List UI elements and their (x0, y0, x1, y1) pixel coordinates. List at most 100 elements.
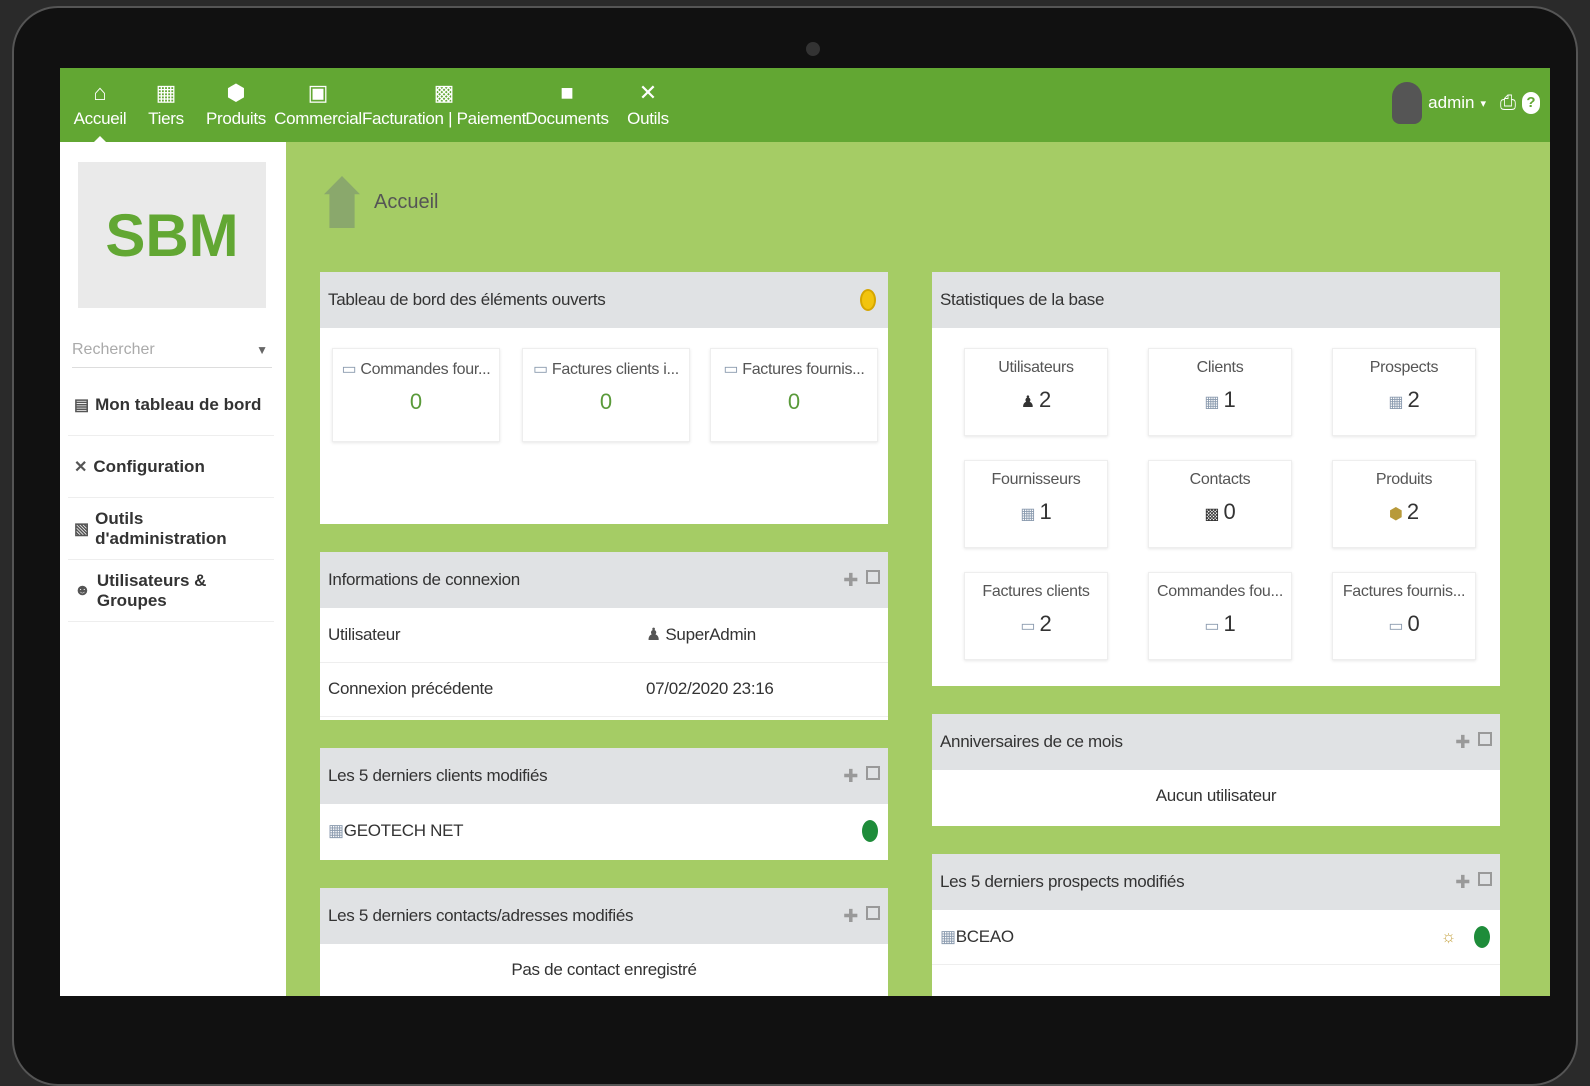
building-icon: ▦ (1020, 506, 1036, 523)
table-row: Connexion précédente 07/02/2020 23:16 (320, 662, 888, 717)
building-icon: ▦ (328, 821, 344, 840)
move-icon[interactable]: ✚ (843, 766, 858, 787)
move-icon[interactable]: ✚ (843, 570, 858, 591)
sidebar-item-configuration[interactable]: ✕ Configuration (68, 436, 274, 498)
close-box-icon[interactable] (866, 766, 880, 780)
user-menu[interactable]: admin ▾ ⎙ ? (1392, 82, 1540, 124)
document-icon: ▭ (341, 361, 357, 378)
chart-icon: ▤ (74, 396, 90, 414)
home-icon (324, 176, 360, 228)
status-badge (1474, 926, 1490, 948)
box-value: 2 (1407, 387, 1420, 412)
stat-box-prospects[interactable]: Prospects ▦ 2 (1332, 348, 1476, 436)
box-label: Prospects (1369, 359, 1439, 376)
document-icon: ▭ (1204, 618, 1220, 635)
stat-box-customer-invoices[interactable]: ▭ Factures clients i... 0 (522, 348, 690, 442)
sidebar-item-admin-tools[interactable]: ▧ Outils d'administration (68, 498, 274, 560)
sidebar-item-dashboard[interactable]: ▤ Mon tableau de bord (68, 374, 274, 436)
user-avatar (1392, 82, 1423, 124)
sidebar-item-users-groups[interactable]: ☻ Utilisateurs & Groupes (68, 560, 274, 622)
box-value: 0 (599, 389, 613, 414)
list-item[interactable]: ▦BCEAO ☼ (932, 910, 1500, 965)
stat-box-supplier-invoices[interactable]: Factures fournis... ▭ 0 (1332, 572, 1476, 660)
row-label: Utilisateur (328, 625, 401, 644)
nav-documents[interactable]: ■ Documents (525, 68, 609, 142)
box-label: Commandes fou... (1157, 583, 1283, 600)
panel-header: Statistiques de la base (932, 272, 1500, 328)
box-label: Factures fournis... (742, 361, 865, 378)
box-label: Factures clients (982, 583, 1090, 600)
close-box-icon[interactable] (1478, 872, 1492, 886)
stat-box-users[interactable]: Utilisateurs ♟ 2 (964, 348, 1108, 436)
left-sidebar: SBM Rechercher ▼ ▤ Mon tableau de bord ✕… (60, 142, 286, 996)
search-placeholder: Rechercher (72, 341, 155, 358)
row-value: ♟ SuperAdmin (646, 625, 756, 644)
table-row: Utilisateur ♟ SuperAdmin (320, 608, 888, 663)
user-icon: ♟ (646, 625, 661, 644)
nav-commercial[interactable]: ▣ Commercial (274, 68, 362, 142)
wrench-icon: ✕ (74, 458, 88, 476)
document-icon: ▭ (1020, 618, 1036, 635)
nav-label: Facturation | Paiement (361, 109, 527, 128)
folder-icon: ■ (560, 80, 574, 105)
panel-header: Tableau de bord des éléments ouverts (320, 272, 888, 328)
chevron-down-icon: ▼ (256, 343, 268, 357)
stat-box-customer-invoices[interactable]: Factures clients ▭ 2 (964, 572, 1108, 660)
box-value: 2 (1406, 499, 1420, 524)
box-value: 2 (1039, 611, 1052, 636)
stat-box-clients[interactable]: Clients ▦ 1 (1148, 348, 1292, 436)
box-label: Produits (1375, 471, 1433, 488)
nav-label: Commercial (274, 109, 362, 128)
close-box-icon[interactable] (866, 570, 880, 584)
stat-box-contacts[interactable]: Contacts ▩ 0 (1148, 460, 1292, 548)
last-prospects-panel: Les 5 derniers prospects modifiés ✚ ▦BCE… (932, 854, 1500, 996)
client-link: ▦GEOTECH NET (328, 821, 464, 840)
nav-produits[interactable]: ⬢ Produits (206, 68, 266, 142)
panel-header: Les 5 derniers contacts/adresses modifié… (320, 888, 888, 944)
stat-box-supplier-orders[interactable]: ▭ Commandes four... 0 (332, 348, 500, 442)
box-label: Commandes four... (360, 361, 491, 378)
nav-accueil[interactable]: ⌂ Accueil (68, 68, 132, 142)
panel-title: Statistiques de la base (940, 290, 1105, 309)
money-icon: ▩ (433, 80, 455, 105)
nav-tiers[interactable]: ▦ Tiers (142, 68, 190, 142)
box-value: 0 (1407, 611, 1420, 636)
help-icon[interactable]: ? (1522, 92, 1540, 114)
close-box-icon[interactable] (866, 906, 880, 920)
print-icon[interactable]: ⎙ (1500, 92, 1516, 115)
box-value: 0 (1223, 499, 1236, 524)
page-header: Accueil (324, 176, 438, 228)
search-select[interactable]: Rechercher ▼ (72, 332, 272, 368)
nav-label: Tiers (148, 109, 184, 128)
row-value: 07/02/2020 23:16 (646, 679, 774, 698)
server-icon: ▧ (74, 520, 90, 538)
box-label: Contacts (1189, 471, 1251, 488)
stat-box-supplier-invoices[interactable]: ▭ Factures fournis... 0 (710, 348, 878, 442)
list-item[interactable]: ▦GEOTECH NET (320, 804, 888, 858)
wrench-icon: ✕ (638, 80, 658, 105)
document-icon: ▭ (723, 361, 739, 378)
close-box-icon[interactable] (1478, 732, 1492, 746)
stat-box-suppliers[interactable]: Fournisseurs ▦ 1 (964, 460, 1108, 548)
last-contacts-panel: Les 5 derniers contacts/adresses modifié… (320, 888, 888, 996)
users-icon: ☻ (74, 581, 91, 599)
building-icon: ▦ (1388, 394, 1404, 411)
box-label: Fournisseurs (991, 471, 1081, 488)
nav-facturation[interactable]: ▩ Facturation | Paiement (362, 68, 526, 142)
user-name: admin (1428, 93, 1475, 112)
nav-outils[interactable]: ✕ Outils (626, 68, 670, 142)
move-icon[interactable]: ✚ (1455, 872, 1470, 893)
stat-box-products[interactable]: Produits ⬢ 2 (1332, 460, 1476, 548)
cube-icon: ⬢ (1388, 506, 1403, 523)
box-label: Utilisateurs (998, 359, 1074, 376)
building-icon: ▦ (155, 80, 177, 105)
app-screen: ⌂ Accueil ▦ Tiers ⬢ Produits ▣ Commercia… (60, 68, 1550, 996)
status-badge (862, 820, 878, 842)
empty-message: Pas de contact enregistré (511, 960, 697, 979)
home-icon: ⌂ (93, 80, 107, 105)
stat-box-supplier-orders[interactable]: Commandes fou... ▭ 1 (1148, 572, 1292, 660)
box-label: Factures fournis... (1342, 583, 1466, 600)
chevron-down-icon: ▾ (1480, 97, 1486, 110)
move-icon[interactable]: ✚ (1455, 732, 1470, 753)
move-icon[interactable]: ✚ (843, 906, 858, 927)
